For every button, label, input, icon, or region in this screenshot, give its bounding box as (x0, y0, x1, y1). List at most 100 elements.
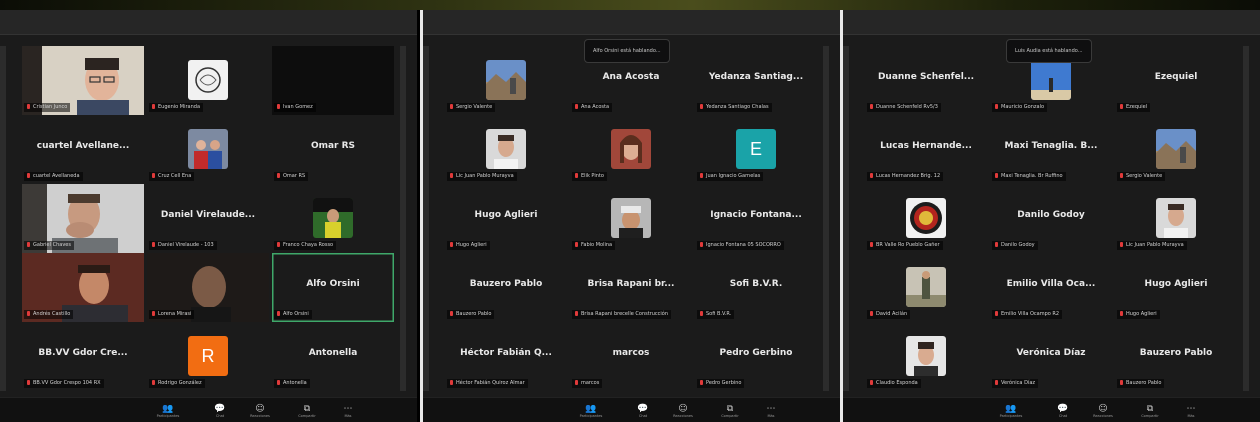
participant-tile[interactable]: Bauzero Pablo Bauzero Pablo (445, 253, 567, 322)
participant-tile[interactable]: Ezequiel Ezequiel (1115, 46, 1237, 115)
participant-tile[interactable]: BR Valle Ro Pueblo Gañer (865, 184, 987, 253)
participant-tile[interactable]: Andrés Castillo (22, 253, 144, 322)
speaking-notification: Luis Audia está hablando... (1006, 39, 1092, 63)
muted-mic-icon (1120, 173, 1123, 178)
participant-tile[interactable]: Alfo Orsini Alfo Orsini (272, 253, 394, 322)
participant-tile[interactable]: Lic Juan Pablo Murayva (445, 115, 567, 184)
participant-name-label: Gabriel Chaves (24, 241, 74, 250)
toolbar-button[interactable]: ⋯ Más (756, 404, 786, 419)
participants-icon: 👥 (162, 404, 174, 414)
participant-tile[interactable]: Brisa Rapani br... Brisa Rapani brecelle … (570, 253, 692, 322)
participant-tile[interactable]: Eugenio Miranda (147, 46, 269, 115)
muted-mic-icon (995, 104, 998, 109)
toolbar-button[interactable]: 👥 Participantes (153, 404, 183, 419)
participant-tile[interactable]: Emilio Villa Oca... Emilio Villa Ocampo R… (990, 253, 1112, 322)
muted-mic-icon (700, 311, 703, 316)
muted-mic-icon (277, 242, 280, 247)
participant-tile[interactable]: Duanne Schenfel... Duanne Schenfeld Rv5/3 (865, 46, 987, 115)
toolbar-button[interactable]: ⧉ Compartir (1135, 404, 1165, 419)
participant-avatar (906, 198, 946, 238)
participant-display-name: Maxi Tenaglia. B... (1004, 141, 1098, 151)
participant-label-text: Duanne Schenfeld Rv5/3 (876, 104, 938, 110)
participant-tile[interactable]: Sofi B.V.R. Sofi B.V.R. (695, 253, 817, 322)
toolbar-button[interactable]: ☺ Reacciones (668, 404, 698, 419)
participant-tile[interactable]: Cruz Cell Ena (147, 115, 269, 184)
participant-tile[interactable]: Maxi Tenaglia. B... Maxi Tenaglia. Br Ruf… (990, 115, 1112, 184)
muted-mic-icon (450, 242, 453, 247)
toolbar-button[interactable]: 👥 Participantes (576, 404, 606, 419)
muted-mic-icon (575, 242, 578, 247)
muted-mic-icon (1120, 311, 1123, 316)
muted-mic-icon (152, 173, 155, 178)
participant-tile[interactable]: Pedro Gerbino Pedro Gerbino (695, 322, 817, 391)
participant-label-text: cuartel Avellaneda (33, 173, 80, 179)
partial-tile-left (0, 46, 6, 115)
toolbar-button[interactable]: 💬 Chat (205, 404, 235, 419)
muted-mic-icon (700, 380, 703, 385)
participant-label-text: Andrés Castillo (33, 311, 71, 317)
participant-tile[interactable]: Lucas Hernande... Lucas Hernandez Brig. 1… (865, 115, 987, 184)
participant-label-text: Claudio Esponda (876, 380, 918, 386)
participant-tile[interactable]: Sergio Valente (1115, 115, 1237, 184)
toolbar-button[interactable]: ⧉ Compartir (715, 404, 745, 419)
participant-tile[interactable]: Ivan Gomez (272, 46, 394, 115)
participant-tile[interactable]: Hugo Aglieri Hugo Aglieri (445, 184, 567, 253)
participant-name-label: Héctor Fabián Quiroz Almar (447, 379, 528, 388)
participant-tile[interactable]: Yedanza Santiag... Yedanza Santiago Chala… (695, 46, 817, 115)
toolbar-button[interactable]: 👥 Participantes (996, 404, 1026, 419)
participant-display-name: Ignacio Fontana... (710, 210, 802, 220)
participant-display-name: Yedanza Santiag... (708, 72, 804, 82)
participant-tile[interactable]: Gabriel Chaves (22, 184, 144, 253)
partial-tile-right (400, 322, 406, 391)
participant-tile[interactable]: Verónica Díaz Verónica Díaz (990, 322, 1112, 391)
participant-tile[interactable]: Sergio Valente (445, 46, 567, 115)
partial-tile-right (1243, 46, 1249, 115)
participant-tile[interactable]: Lorena Mirasi (147, 253, 269, 322)
muted-mic-icon (575, 173, 578, 178)
muted-mic-icon (870, 173, 873, 178)
participant-avatar (906, 267, 946, 307)
participant-tile[interactable]: Bauzero Pablo Bauzero Pablo (1115, 322, 1237, 391)
participant-tile[interactable]: Elik Pinto (570, 115, 692, 184)
participant-label-text: Pedro Gerbino (706, 380, 742, 386)
participant-tile[interactable]: marcos marcos (570, 322, 692, 391)
participant-initial-avatar: E (736, 129, 776, 169)
toolbar-button[interactable]: 💬 Chat (628, 404, 658, 419)
participant-tile[interactable]: Danilo Godoy Danilo Godoy (990, 184, 1112, 253)
toolbar-button[interactable]: ☺ Reacciones (1088, 404, 1118, 419)
participant-tile[interactable]: Claudio Esponda (865, 322, 987, 391)
participant-tile[interactable]: Omar RS Omar RS (272, 115, 394, 184)
participant-label-text: Maxi Tenaglia. Br Ruffino (1001, 173, 1063, 179)
toolbar-button[interactable]: 💬 Chat (1048, 404, 1078, 419)
participant-tile[interactable]: Lic Juan Pablo Murayva (1115, 184, 1237, 253)
participant-tile[interactable]: BB.VV Gdor Cre... BB.VV Gdor Crespo 104 R… (22, 322, 144, 391)
participant-name-label: Verónica Díaz (992, 379, 1039, 388)
participant-tile[interactable]: E Juan Ignacio Garnelas (695, 115, 817, 184)
participant-label-text: Fabio Molina (581, 242, 613, 248)
participant-name-label: Rodrigo González (149, 379, 205, 388)
toolbar-button[interactable]: ⋯ Más (333, 404, 363, 419)
toolbar-button[interactable]: ⧉ Compartir (292, 404, 322, 419)
meeting-window-3: Duanne Schenfel... Duanne Schenfeld Rv5/3… (843, 10, 1260, 422)
participant-tile[interactable]: Fabio Molina (570, 184, 692, 253)
participant-tile[interactable]: Héctor Fabián Q... Héctor Fabián Quiroz A… (445, 322, 567, 391)
participant-label-text: Ivan Gomez (283, 104, 313, 110)
participant-tile[interactable]: Hugo Aglieri Hugo Aglieri (1115, 253, 1237, 322)
participant-tile[interactable]: Ignacio Fontana... Ignacio Fontana 05 SOC… (695, 184, 817, 253)
participant-tile[interactable]: David Acilán (865, 253, 987, 322)
toolbar-button[interactable]: ⋯ Más (1176, 404, 1206, 419)
participant-label-text: Héctor Fabián Quiroz Almar (456, 380, 525, 386)
partial-tile-left (423, 115, 429, 184)
participant-tile[interactable]: R Rodrigo González (147, 322, 269, 391)
participant-tile[interactable]: Daniel Virelaude... Daniel Virelaude - 10… (147, 184, 269, 253)
toolbar-button[interactable]: ☺ Reacciones (245, 404, 275, 419)
participant-tile[interactable]: cuartel Avellane... cuartel Avellaneda (22, 115, 144, 184)
participant-label-text: Juan Ignacio Garnelas (706, 173, 761, 179)
participant-name-label: Lorena Mirasi (149, 310, 195, 319)
partial-tile-left (423, 46, 429, 115)
participant-tile[interactable]: Franco Chaya Rosso (272, 184, 394, 253)
participant-tile[interactable]: Cristian Junco (22, 46, 144, 115)
participant-label-text: Ana Acosta (581, 104, 610, 110)
participant-tile[interactable]: Antonella Antonella (272, 322, 394, 391)
participant-display-name: marcos (612, 348, 650, 358)
